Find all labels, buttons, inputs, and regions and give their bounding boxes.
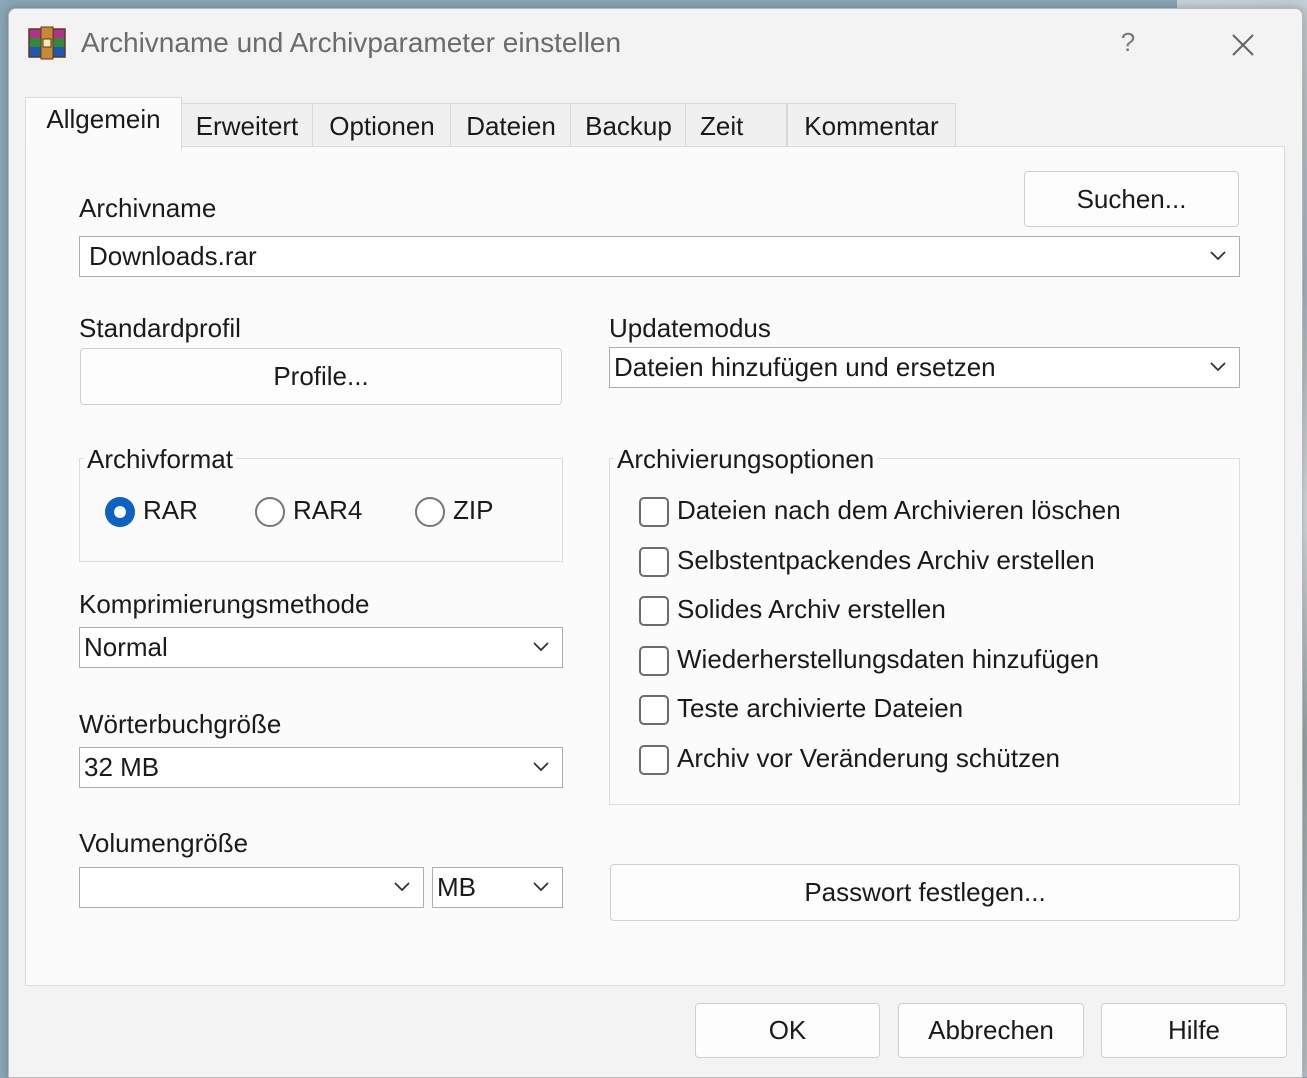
format-radio-zip[interactable]: ZIP [415, 495, 525, 533]
checkbox-icon [639, 695, 669, 725]
format-radio-rar4[interactable]: RAR4 [255, 495, 385, 533]
option-create-sfx[interactable]: Selbstentpackendes Archiv erstellen [639, 545, 1159, 583]
checkbox-icon [639, 745, 669, 775]
tab-optionen[interactable]: Optionen [312, 103, 452, 148]
option-recovery-record[interactable]: Wiederherstellungsdaten hinzufügen [639, 644, 1159, 682]
option-label: Selbstentpackendes Archiv erstellen [677, 545, 1095, 575]
option-solid-archive[interactable]: Solides Archiv erstellen [639, 594, 1159, 632]
radio-unselected-icon [415, 497, 445, 527]
dialog-window: Archivname und Archivparameter einstelle… [8, 8, 1303, 1078]
winrar-app-icon [28, 26, 66, 60]
dictionary-value: 32 MB [84, 752, 160, 782]
profiles-button[interactable]: Profile... [80, 348, 562, 405]
checkbox-icon [639, 547, 669, 577]
checkbox-icon [639, 497, 669, 527]
tab-zeit[interactable]: Zeit [685, 103, 787, 147]
dictionary-label: Wörterbuchgröße [79, 709, 282, 739]
archive-name-combobox[interactable]: Downloads.rar [79, 236, 1240, 277]
format-radio-rar[interactable]: RAR [105, 495, 225, 533]
window-title: Archivname und Archivparameter einstelle… [81, 27, 622, 58]
compression-value: Normal [84, 632, 168, 662]
archive-name-label: Archivname [79, 193, 217, 223]
tab-kommentar[interactable]: Kommentar [787, 103, 956, 148]
option-label: Teste archivierte Dateien [677, 693, 964, 723]
close-icon[interactable] [1223, 25, 1263, 65]
format-rar-label: RAR [143, 495, 198, 525]
option-lock-archive[interactable]: Archiv vor Veränderung schützen [639, 743, 1159, 781]
option-label: Archiv vor Veränderung schützen [677, 743, 1060, 773]
checkbox-icon [639, 596, 669, 626]
compression-combobox[interactable]: Normal [79, 627, 563, 668]
option-label: Solides Archiv erstellen [677, 594, 946, 624]
chevron-down-icon [394, 882, 410, 892]
volume-size-label: Volumengröße [79, 828, 249, 858]
update-mode-combobox[interactable]: Dateien hinzufügen und ersetzen [609, 347, 1240, 388]
cancel-button[interactable]: Abbrechen [898, 1003, 1084, 1058]
tab-erweitert[interactable]: Erweitert [180, 103, 314, 148]
chevron-down-icon [533, 882, 549, 892]
compression-label: Komprimierungsmethode [79, 589, 370, 619]
chevron-down-icon [1210, 362, 1226, 372]
chevron-down-icon [1210, 251, 1226, 261]
radio-selected-icon [105, 497, 135, 527]
update-mode-label: Updatemodus [609, 313, 771, 343]
option-test-archived-files[interactable]: Teste archivierte Dateien [639, 693, 1159, 731]
option-label: Dateien nach dem Archivieren löschen [677, 495, 1121, 525]
help-button[interactable]: Hilfe [1101, 1003, 1287, 1058]
archive-format-label: Archivformat [84, 444, 236, 475]
archiving-options-label: Archivierungsoptionen [614, 444, 878, 475]
dictionary-combobox[interactable]: 32 MB [79, 747, 563, 788]
volume-unit-combobox[interactable]: MB [432, 867, 563, 908]
radio-unselected-icon [255, 497, 285, 527]
set-password-button[interactable]: Passwort festlegen... [610, 864, 1240, 921]
volume-unit-value: MB [437, 872, 476, 902]
title-bar[interactable]: Archivname und Archivparameter einstelle… [9, 9, 1302, 81]
chevron-down-icon [533, 642, 549, 652]
option-label: Wiederherstellungsdaten hinzufügen [677, 644, 1100, 674]
chevron-down-icon [533, 762, 549, 772]
title-help-button[interactable]: ? [1113, 27, 1143, 59]
update-mode-value: Dateien hinzufügen und ersetzen [614, 352, 996, 382]
format-rar4-label: RAR4 [293, 495, 363, 525]
ok-button[interactable]: OK [695, 1003, 880, 1058]
browse-button[interactable]: Suchen... [1024, 171, 1239, 227]
default-profile-label: Standardprofil [79, 313, 241, 343]
tab-allgemein[interactable]: Allgemein [25, 97, 182, 150]
tab-dateien[interactable]: Dateien [450, 103, 572, 148]
archive-name-value: Downloads.rar [89, 241, 257, 271]
tab-panel-allgemein: Archivname Suchen... Downloads.rar Stand… [25, 146, 1285, 986]
tab-backup[interactable]: Backup [570, 103, 687, 148]
volume-size-combobox[interactable] [79, 867, 424, 908]
checkbox-icon [639, 646, 669, 676]
option-delete-after-archiving[interactable]: Dateien nach dem Archivieren löschen [639, 495, 1159, 533]
format-zip-label: ZIP [453, 495, 494, 525]
